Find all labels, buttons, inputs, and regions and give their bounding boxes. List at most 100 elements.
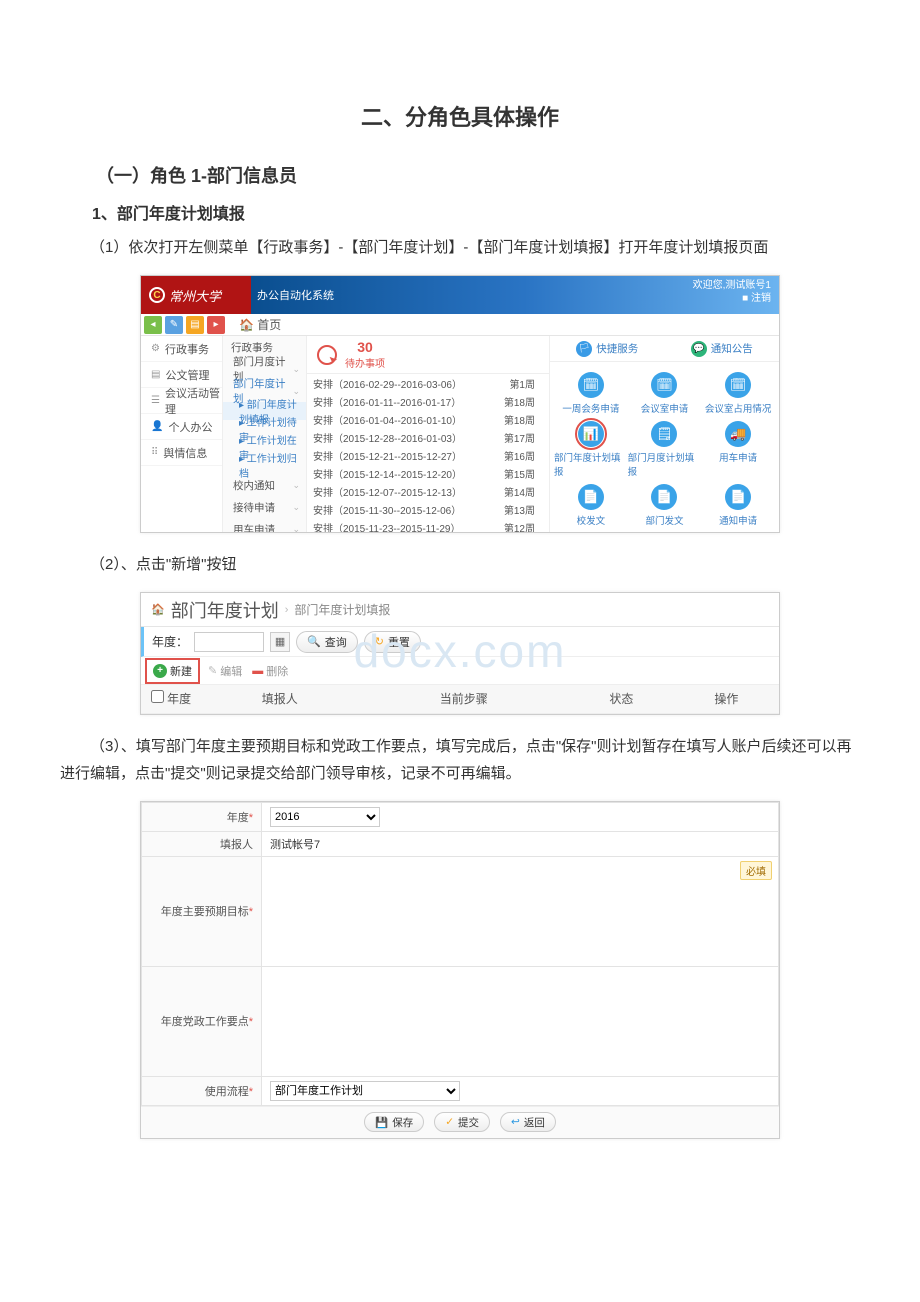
nav2-item[interactable]: 接待申请⌄	[223, 496, 306, 518]
提交-button[interactable]: ✓提交	[434, 1112, 490, 1132]
nav1-item[interactable]: ☰会议活动管理	[141, 388, 222, 414]
col-header: 状态	[569, 685, 674, 713]
quick-label: 用车申请	[719, 450, 757, 464]
system-name: 办公自动化系统	[257, 287, 334, 303]
year-input[interactable]	[194, 632, 264, 652]
toolbar-btn-orange[interactable]: ▤	[186, 316, 204, 334]
new-button[interactable]: +新建	[147, 660, 198, 682]
paragraph-step1: （1）依次打开左侧菜单【行政事务】-【部门年度计划】-【部门年度计划填报】打开年…	[60, 234, 860, 261]
nav1-item[interactable]: 👤个人办公	[141, 414, 222, 440]
todo-header[interactable]: 30 待办事项	[307, 336, 549, 374]
data-table: 年度填报人当前步骤状态操作	[141, 685, 779, 714]
chevron-down-icon: ⌄	[292, 480, 300, 491]
quick-item[interactable]: 📄 校发文	[554, 484, 628, 527]
quick-icon: 🗓	[725, 372, 751, 398]
nav-label: 公文管理	[165, 367, 209, 383]
list-row[interactable]: 安排（2015-11-30--2015-12-06）第13周	[307, 500, 549, 518]
main-content: 30 待办事项 安排（2016-02-29--2016-03-06）第1周安排（…	[307, 336, 549, 533]
nav-icon: ⚙	[151, 343, 160, 354]
btn-icon: 💾	[375, 1116, 388, 1129]
form-field-cell[interactable]: 必填	[262, 856, 779, 966]
breadcrumb-main: 部门年度计划	[171, 597, 279, 623]
list-row[interactable]: 安排（2015-12-14--2015-12-20）第15周	[307, 464, 549, 482]
primary-nav: ⚙行政事务▤公文管理☰会议活动管理👤个人办公⠿舆情信息	[141, 336, 223, 533]
nav-label: 个人办公	[168, 419, 212, 435]
quick-grid: 🗓一周会务申请🗓会议室申请🗓会议室占用情况📊部门年度计划填报🗒部门月度计划填报🚚…	[550, 362, 779, 533]
nav2-subitem[interactable]: ▸ 工作计划归档	[223, 456, 306, 474]
btn-icon: ↩	[511, 1116, 520, 1128]
quick-tab[interactable]: 🏳快捷服务	[550, 341, 665, 357]
calendar-icon[interactable]: ▦	[270, 632, 290, 652]
tab-icon: 🏳	[576, 341, 592, 357]
breadcrumb: 🏠 部门年度计划 › 部门年度计划填报	[141, 593, 779, 627]
user-info: 欢迎您,测试账号1 ■ 注销	[693, 279, 771, 305]
subsection-heading: 1、部门年度计划填报	[60, 200, 860, 224]
quick-icon: 🗓	[651, 372, 677, 398]
year-select[interactable]: 2016	[270, 807, 380, 827]
secondary-nav: 行政事务部门月度计划⌄部门年度计划⌄▸ 部门年度计划填报▸ 工作计划待审▸ 工作…	[223, 336, 307, 533]
quick-icon: 📊	[578, 421, 604, 447]
quick-item[interactable]: 🗓一周会务申请	[554, 372, 628, 415]
quick-item[interactable]: 📊部门年度计划填报	[554, 421, 628, 478]
nav1-item[interactable]: ⠿舆情信息	[141, 440, 222, 466]
list-row[interactable]: 安排（2015-12-28--2016-01-03）第17周	[307, 428, 549, 446]
list-row[interactable]: 安排（2016-01-11--2016-01-17）第18周	[307, 392, 549, 410]
toolbar-btn-blue[interactable]: ✎	[165, 316, 183, 334]
保存-button[interactable]: 💾保存	[364, 1112, 424, 1132]
nav-label: 舆情信息	[163, 445, 207, 461]
delete-button[interactable]: ▬删除	[252, 663, 288, 679]
toolbar-btn-green[interactable]: ◂	[144, 316, 162, 334]
quick-item[interactable]: 🚚用车申请	[701, 421, 775, 478]
required-tag: 必填	[740, 861, 772, 880]
tab-icon: 💬	[691, 341, 707, 357]
paragraph-step2: （2）、点击"新增"按钮	[60, 551, 860, 578]
screenshot-list-page: docx.com 🏠 部门年度计划 › 部门年度计划填报 年度： ▦ 🔍查询 ↻…	[140, 592, 780, 715]
app-banner: C常州大学 办公自动化系统 欢迎您,测试账号1 ■ 注销	[141, 276, 779, 314]
form-label: 使用流程*	[142, 1076, 262, 1105]
返回-button[interactable]: ↩返回	[500, 1112, 556, 1132]
chevron-down-icon: ⌄	[292, 524, 300, 534]
form-field-cell[interactable]	[262, 966, 779, 1076]
home-tab[interactable]: 🏠 首页	[239, 316, 281, 333]
form-field-cell: 测试帐号7	[262, 831, 779, 856]
reset-button[interactable]: ↻重置	[364, 631, 421, 653]
nav2-item[interactable]: 用车申请⌄	[223, 518, 306, 533]
nav-label: 会议活动管理	[165, 385, 222, 417]
home-icon[interactable]: 🏠	[151, 603, 165, 616]
quick-label: 校发文	[577, 513, 606, 527]
form-footer: 💾保存 ✓提交 ↩返回	[141, 1106, 779, 1138]
quick-item[interactable]: 📄部门发文	[628, 484, 702, 527]
quick-item[interactable]: 🗒部门月度计划填报	[628, 421, 702, 478]
query-button[interactable]: 🔍查询	[296, 631, 358, 653]
flow-select[interactable]: 部门年度工作计划	[270, 1081, 460, 1101]
col-header: 年度	[141, 685, 201, 713]
col-header: 当前步骤	[359, 685, 569, 713]
quick-icon: 📄	[725, 484, 751, 510]
logout-link[interactable]: ■ 注销	[693, 292, 771, 305]
quick-tab[interactable]: 💬通知公告	[665, 341, 780, 357]
list-row[interactable]: 安排（2016-02-29--2016-03-06）第1周	[307, 374, 549, 392]
list-row[interactable]: 安排（2016-01-04--2016-01-10）第18周	[307, 410, 549, 428]
year-label: 年度：	[152, 633, 188, 650]
edit-button[interactable]: ✎编辑	[208, 663, 242, 679]
list-row[interactable]: 安排（2015-11-23--2015-11-29）第12周	[307, 518, 549, 533]
quick-item[interactable]: 📄通知申请	[701, 484, 775, 527]
screenshot-dashboard: C常州大学 办公自动化系统 欢迎您,测试账号1 ■ 注销 ◂ ✎ ▤ ▸ 🏠 首…	[140, 275, 780, 533]
quick-icon: 🗓	[578, 372, 604, 398]
quick-label: 部门发文	[645, 513, 683, 527]
quick-icon: 📄	[578, 484, 604, 510]
form-field-cell: 2016	[262, 802, 779, 831]
quick-item[interactable]: 🗓 会议室占用情况	[701, 372, 775, 415]
quick-item[interactable]: 🗓会议室申请	[628, 372, 702, 415]
todo-list: 安排（2016-02-29--2016-03-06）第1周安排（2016-01-…	[307, 374, 549, 533]
quick-label: 会议室占用情况	[705, 401, 772, 415]
list-row[interactable]: 安排（2015-12-07--2015-12-13）第14周	[307, 482, 549, 500]
quick-label: 部门月度计划填报	[628, 450, 702, 478]
form-field-cell: 部门年度工作计划	[262, 1076, 779, 1105]
paragraph-step3: （3）、填写部门年度主要预期目标和党政工作要点，填写完成后，点击"保存"则计划暂…	[60, 733, 860, 787]
form-table: 年度*2016填报人测试帐号7年度主要预期目标*必填年度党政工作要点*使用流程*…	[141, 802, 779, 1106]
list-row[interactable]: 安排（2015-12-21--2015-12-27）第16周	[307, 446, 549, 464]
toolbar-btn-red[interactable]: ▸	[207, 316, 225, 334]
nav1-item[interactable]: ⚙行政事务	[141, 336, 222, 362]
select-all-checkbox[interactable]	[151, 690, 164, 703]
